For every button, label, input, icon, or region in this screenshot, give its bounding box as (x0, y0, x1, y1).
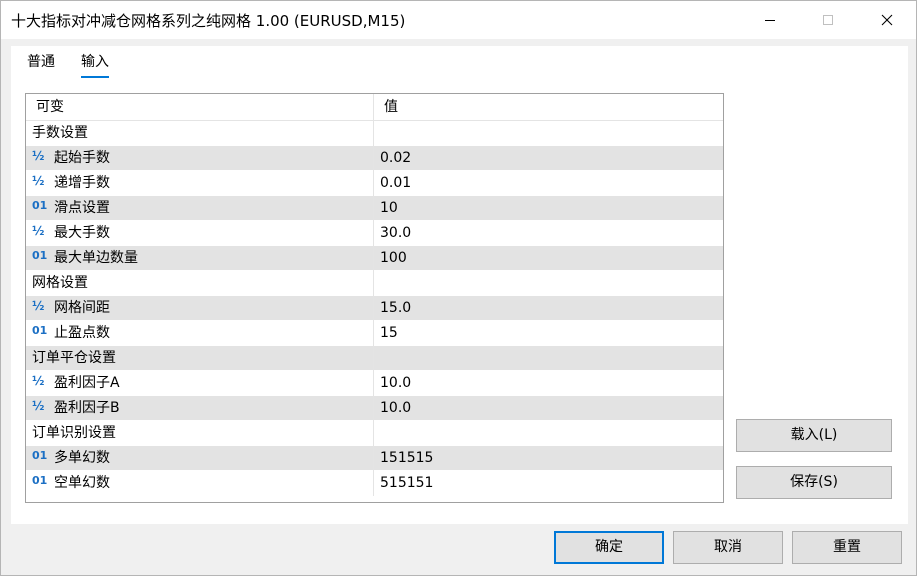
fraction-icon: ½ (32, 374, 45, 388)
value-cell[interactable]: 0.01 (373, 171, 723, 196)
table-row[interactable]: ½ 起始手数 0.02 (26, 146, 723, 171)
variable-label: 递增手数 (54, 175, 110, 191)
parameters-table: 可变 值 手数设置 ½ 起始手数 0.02 ½ 递增手数 0.01 01 滑点设置 10 ½ 最大手数… (25, 93, 724, 503)
value-cell[interactable]: 151515 (373, 446, 723, 471)
tab-bar: 普通 输入 (27, 52, 109, 80)
value-cell[interactable]: 30.0 (373, 221, 723, 246)
table-section-row[interactable]: 订单平仓设置 (26, 346, 723, 371)
variable-label: 最大手数 (54, 225, 110, 241)
section-label: 订单识别设置 (32, 425, 116, 441)
dialog-window: 十大指标对冲减仓网格系列之纯网格 1.00 (EURUSD,M15) 普通 输入… (0, 0, 917, 576)
table-row[interactable]: ½ 网格间距 15.0 (26, 296, 723, 321)
column-divider[interactable] (373, 94, 374, 121)
close-icon (881, 14, 893, 26)
variable-label: 最大单边数量 (54, 250, 138, 266)
value-cell (373, 346, 723, 371)
table-row[interactable]: ½ 最大手数 30.0 (26, 221, 723, 246)
table-row[interactable]: 01 滑点设置 10 (26, 196, 723, 221)
variable-cell: 手数设置 (26, 121, 373, 146)
maximize-button[interactable] (799, 1, 857, 39)
variable-label: 多单幻数 (54, 450, 110, 466)
maximize-icon (823, 15, 833, 25)
value-cell (373, 271, 723, 296)
integer-icon: 01 (32, 249, 48, 262)
table-row[interactable]: 01 最大单边数量 100 (26, 246, 723, 271)
value-cell[interactable]: 15.0 (373, 296, 723, 321)
variable-cell: ½ 盈利因子A (26, 371, 373, 396)
variable-cell: ½ 最大手数 (26, 221, 373, 246)
table-row[interactable]: ½ 盈利因子A 10.0 (26, 371, 723, 396)
table-section-row[interactable]: 订单识别设置 (26, 421, 723, 446)
value-cell[interactable]: 10.0 (373, 371, 723, 396)
value-cell[interactable]: 10.0 (373, 396, 723, 421)
variable-label: 起始手数 (54, 150, 110, 166)
column-header-variable[interactable]: 可变 (36, 94, 64, 121)
ok-button[interactable]: 确定 (554, 531, 664, 564)
window-title: 十大指标对冲减仓网格系列之纯网格 1.00 (EURUSD,M15) (11, 12, 406, 30)
section-label: 手数设置 (32, 125, 88, 141)
table-row[interactable]: ½ 盈利因子B 10.0 (26, 396, 723, 421)
table-header: 可变 值 (26, 94, 723, 121)
variable-cell: 订单识别设置 (26, 421, 373, 446)
table-row[interactable]: 01 空单幻数 515151 (26, 471, 723, 496)
fraction-icon: ½ (32, 149, 45, 163)
value-cell[interactable]: 515151 (373, 471, 723, 496)
table-section-row[interactable]: 手数设置 (26, 121, 723, 146)
table-row[interactable]: 01 多单幻数 151515 (26, 446, 723, 471)
variable-cell: 网格设置 (26, 271, 373, 296)
fraction-icon: ½ (32, 174, 45, 188)
value-cell[interactable]: 15 (373, 321, 723, 346)
tab-content-panel: 普通 输入 可变 值 手数设置 ½ 起始手数 0.02 ½ 递增手数 0.01 01 滑点设置 1… (11, 46, 908, 524)
variable-cell: 01 空单幻数 (26, 471, 373, 496)
variable-label: 盈利因子A (54, 375, 120, 391)
cancel-button[interactable]: 取消 (673, 531, 783, 564)
minimize-button[interactable] (741, 1, 799, 39)
tab-inputs[interactable]: 输入 (81, 52, 109, 78)
fraction-icon: ½ (32, 299, 45, 313)
close-button[interactable] (858, 1, 916, 39)
integer-icon: 01 (32, 324, 48, 337)
integer-icon: 01 (32, 199, 48, 212)
minimize-icon (765, 20, 775, 21)
variable-cell: 01 最大单边数量 (26, 246, 373, 271)
integer-icon: 01 (32, 449, 48, 462)
variable-label: 空单幻数 (54, 475, 110, 491)
variable-cell: 订单平仓设置 (26, 346, 373, 371)
title-bar: 十大指标对冲减仓网格系列之纯网格 1.00 (EURUSD,M15) (1, 1, 916, 39)
reset-button[interactable]: 重置 (792, 531, 902, 564)
table-row[interactable]: 01 止盈点数 15 (26, 321, 723, 346)
load-button[interactable]: 载入(L) (736, 419, 892, 452)
value-cell[interactable]: 10 (373, 196, 723, 221)
variable-cell: ½ 网格间距 (26, 296, 373, 321)
variable-cell: 01 多单幻数 (26, 446, 373, 471)
value-cell (373, 121, 723, 146)
variable-label: 止盈点数 (54, 325, 110, 341)
table-row[interactable]: ½ 递增手数 0.01 (26, 171, 723, 196)
variable-label: 盈利因子B (54, 400, 120, 416)
variable-cell: ½ 递增手数 (26, 171, 373, 196)
section-label: 订单平仓设置 (32, 350, 116, 366)
value-cell[interactable]: 100 (373, 246, 723, 271)
variable-cell: 01 滑点设置 (26, 196, 373, 221)
variable-label: 网格间距 (54, 300, 110, 316)
variable-cell: ½ 起始手数 (26, 146, 373, 171)
value-cell (373, 421, 723, 446)
fraction-icon: ½ (32, 224, 45, 238)
save-button[interactable]: 保存(S) (736, 466, 892, 499)
table-body: 手数设置 ½ 起始手数 0.02 ½ 递增手数 0.01 01 滑点设置 10 ½ 最大手数 30.0 0… (26, 121, 723, 496)
variable-cell: 01 止盈点数 (26, 321, 373, 346)
variable-label: 滑点设置 (54, 200, 110, 216)
variable-cell: ½ 盈利因子B (26, 396, 373, 421)
tab-common[interactable]: 普通 (27, 52, 55, 78)
integer-icon: 01 (32, 474, 48, 487)
column-header-value[interactable]: 值 (384, 94, 398, 121)
fraction-icon: ½ (32, 399, 45, 413)
table-section-row[interactable]: 网格设置 (26, 271, 723, 296)
value-cell[interactable]: 0.02 (373, 146, 723, 171)
section-label: 网格设置 (32, 275, 88, 291)
